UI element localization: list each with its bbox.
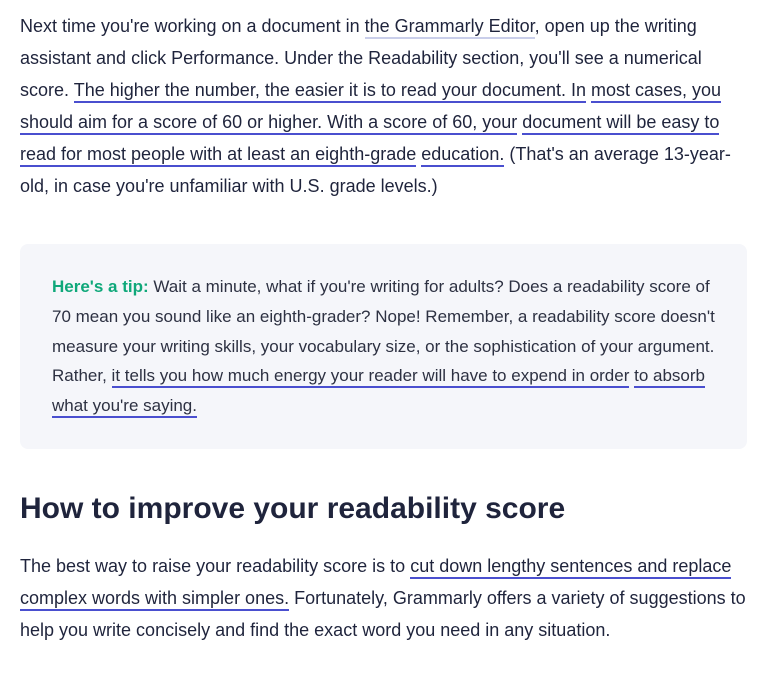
highlight: education. [421, 144, 504, 167]
section-heading: How to improve your readability score [20, 489, 747, 528]
tip-label: Here's a tip: [52, 277, 149, 296]
grammarly-editor-link[interactable]: the Grammarly Editor [365, 16, 535, 39]
highlight: it tells you how much energy your reader… [112, 366, 630, 388]
tip-callout: Here's a tip: Wait a minute, what if you… [20, 244, 747, 449]
improve-paragraph: The best way to raise your readability s… [20, 550, 747, 646]
text: Next time you're working on a document i… [20, 16, 365, 36]
highlight: cut down lengthy sentences and [410, 556, 672, 579]
highlight: The higher the number, the easier it is … [74, 80, 586, 103]
text: The best way to raise your readability s… [20, 556, 410, 576]
intro-paragraph: Next time you're working on a document i… [20, 10, 747, 202]
